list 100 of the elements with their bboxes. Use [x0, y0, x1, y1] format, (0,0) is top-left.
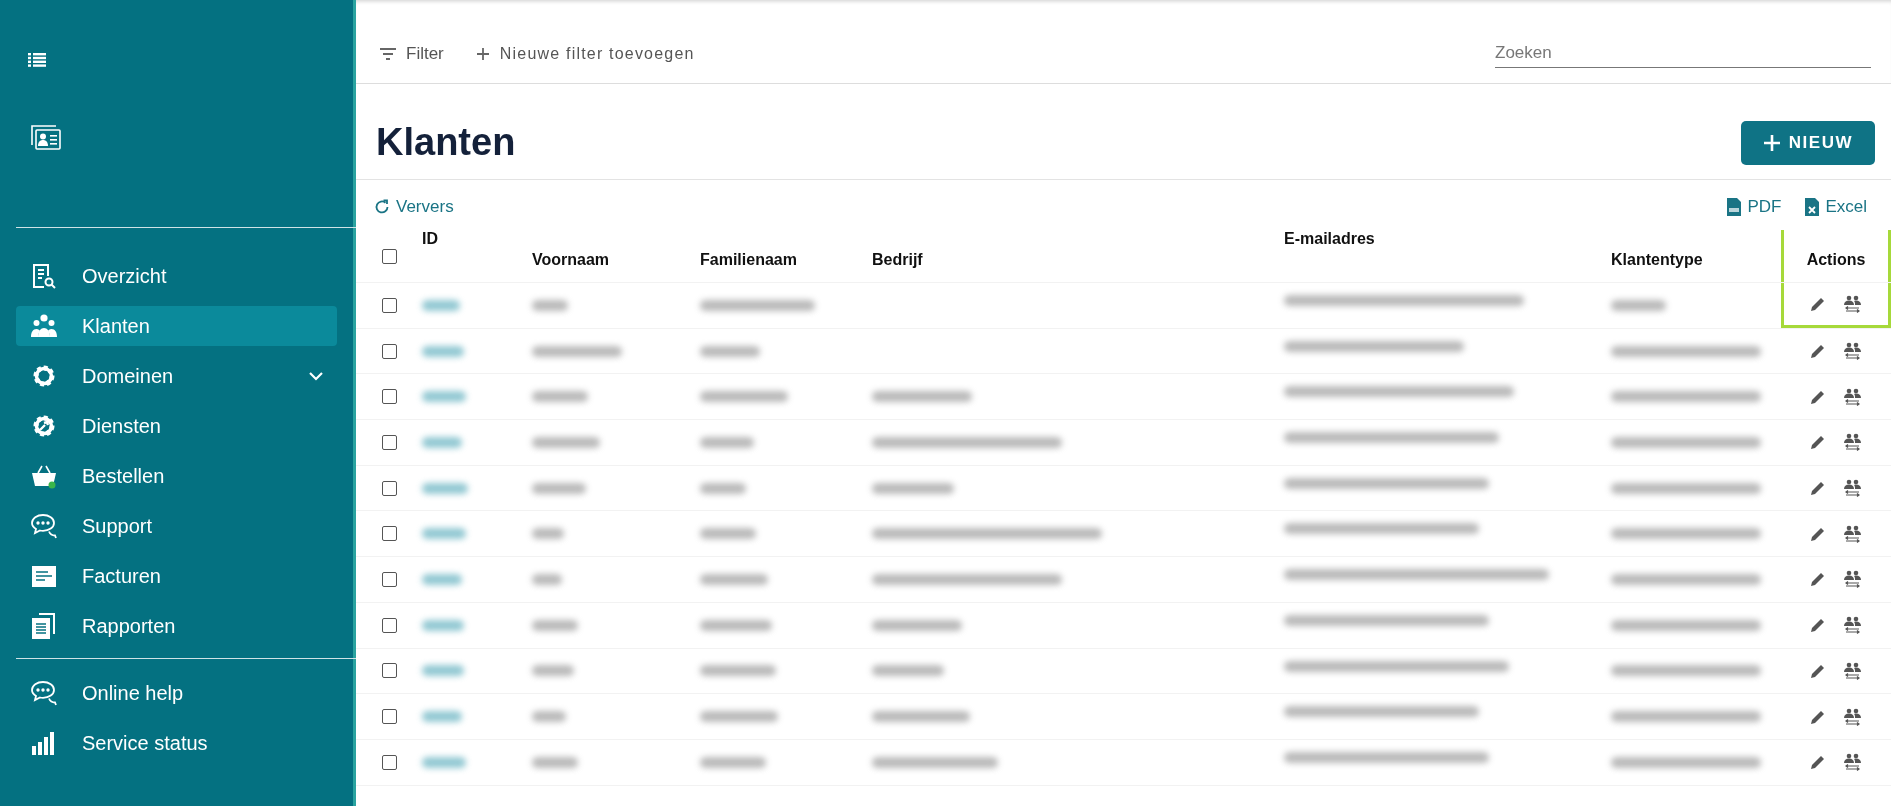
column-header: Familienaam	[700, 251, 797, 269]
sidebar-item[interactable]: Support	[16, 506, 337, 546]
edit-icon[interactable]	[1810, 662, 1826, 679]
refresh-link[interactable]: Ververs	[374, 197, 454, 217]
filter-icon	[380, 47, 396, 60]
row-checkbox[interactable]	[381, 617, 397, 633]
blurred-text	[1611, 299, 1666, 311]
blurred-text	[700, 345, 760, 357]
blurred-text	[532, 482, 586, 494]
sidebar-item[interactable]: Rapporten	[16, 606, 337, 646]
edit-icon[interactable]	[1810, 480, 1826, 497]
sidebar-item[interactable]: Service status	[16, 723, 337, 763]
blurred-text	[532, 573, 562, 585]
sidebar-item[interactable]: Online help	[16, 673, 337, 713]
pages-icon	[30, 612, 58, 640]
blurred-text	[532, 711, 566, 723]
plus-icon	[475, 46, 490, 61]
filter-button[interactable]: Filter	[378, 39, 446, 68]
edit-icon[interactable]	[1810, 343, 1826, 360]
row-checkbox[interactable]	[381, 663, 397, 679]
people-transfer-icon[interactable]	[1842, 478, 1862, 499]
people-transfer-icon[interactable]	[1842, 569, 1862, 590]
export-link[interactable]: PDF	[1727, 197, 1782, 217]
row-checkbox[interactable]	[381, 343, 397, 359]
edit-icon[interactable]	[1810, 434, 1826, 451]
blurred-text	[422, 391, 466, 403]
blurred-text	[422, 345, 464, 357]
blurred-text	[700, 756, 766, 768]
blurred-text	[700, 528, 756, 540]
chevron-down-icon[interactable]	[309, 371, 323, 381]
people-transfer-icon[interactable]	[1842, 706, 1862, 727]
blurred-text	[422, 299, 460, 311]
column-header: Actions	[1806, 251, 1866, 269]
people-transfer-icon[interactable]	[1842, 523, 1862, 544]
blurred-text	[422, 573, 462, 585]
row-checkbox[interactable]	[381, 297, 397, 313]
people-icon	[30, 312, 58, 340]
blurred-text	[422, 665, 464, 677]
select-all-checkbox[interactable]	[381, 248, 397, 264]
column-header: Klantentype	[1611, 251, 1703, 269]
page-title: Klanten	[376, 121, 516, 164]
row-checkbox[interactable]	[381, 526, 397, 542]
contact-card-icon[interactable]	[30, 123, 62, 151]
people-transfer-icon[interactable]	[1842, 615, 1862, 636]
pdf-file-icon	[1727, 198, 1742, 216]
chat-bubbles-icon	[30, 679, 58, 707]
blurred-text	[532, 756, 578, 768]
edit-icon[interactable]	[1810, 295, 1826, 312]
blurred-text	[532, 528, 564, 540]
list-icon[interactable]	[28, 53, 46, 67]
blurred-text	[872, 665, 944, 677]
people-transfer-icon[interactable]	[1842, 752, 1862, 773]
people-transfer-icon[interactable]	[1842, 386, 1862, 407]
row-checkbox[interactable]	[381, 389, 397, 405]
sidebar-item[interactable]: Klanten	[16, 306, 337, 346]
people-transfer-icon[interactable]	[1842, 432, 1862, 453]
blurred-text	[700, 573, 768, 585]
blurred-text	[422, 756, 466, 768]
blurred-text	[700, 619, 772, 631]
blurred-text	[532, 619, 578, 631]
sidebar-item[interactable]: Facturen	[16, 556, 337, 596]
sidebar-item[interactable]: Bestellen	[16, 456, 337, 496]
blurred-text	[700, 482, 746, 494]
plus-icon	[1762, 133, 1781, 152]
people-transfer-icon[interactable]	[1842, 293, 1862, 314]
people-transfer-icon[interactable]	[1842, 660, 1862, 681]
blurred-text	[422, 619, 464, 631]
add-filter-button[interactable]: Nieuwe filter toevoegen	[473, 40, 697, 67]
sidebar-item[interactable]: Overzicht	[16, 256, 337, 296]
blurred-text	[422, 436, 462, 448]
sidebar-item[interactable]: Diensten	[16, 406, 337, 446]
sidebar-item[interactable]: Domeinen	[16, 356, 337, 396]
blurred-text	[422, 528, 466, 540]
column-header: E-mailadres	[1284, 230, 1375, 248]
blurred-text	[532, 391, 588, 403]
edit-icon[interactable]	[1810, 388, 1826, 405]
blurred-text	[532, 299, 568, 311]
excel-file-icon	[1805, 198, 1820, 216]
row-checkbox[interactable]	[381, 434, 397, 450]
edit-icon[interactable]	[1810, 571, 1826, 588]
row-checkbox[interactable]	[381, 754, 397, 770]
edit-icon[interactable]	[1810, 525, 1826, 542]
chat-bubbles-icon	[30, 512, 58, 540]
row-checkbox[interactable]	[381, 480, 397, 496]
new-button[interactable]: NIEUW	[1740, 120, 1875, 165]
edit-icon[interactable]	[1810, 708, 1826, 725]
export-link[interactable]: Excel	[1805, 197, 1867, 217]
blurred-text	[422, 711, 462, 723]
report-icon	[30, 262, 58, 290]
blurred-text	[422, 482, 468, 494]
refresh-icon	[374, 199, 390, 215]
row-checkbox[interactable]	[381, 709, 397, 725]
edit-icon[interactable]	[1810, 754, 1826, 771]
blurred-text	[700, 436, 754, 448]
people-transfer-icon[interactable]	[1842, 341, 1862, 362]
blurred-text	[532, 436, 600, 448]
column-header: Bedrijf	[872, 251, 923, 269]
edit-icon[interactable]	[1810, 617, 1826, 634]
column-header: Voornaam	[532, 251, 610, 269]
row-checkbox[interactable]	[381, 571, 397, 587]
